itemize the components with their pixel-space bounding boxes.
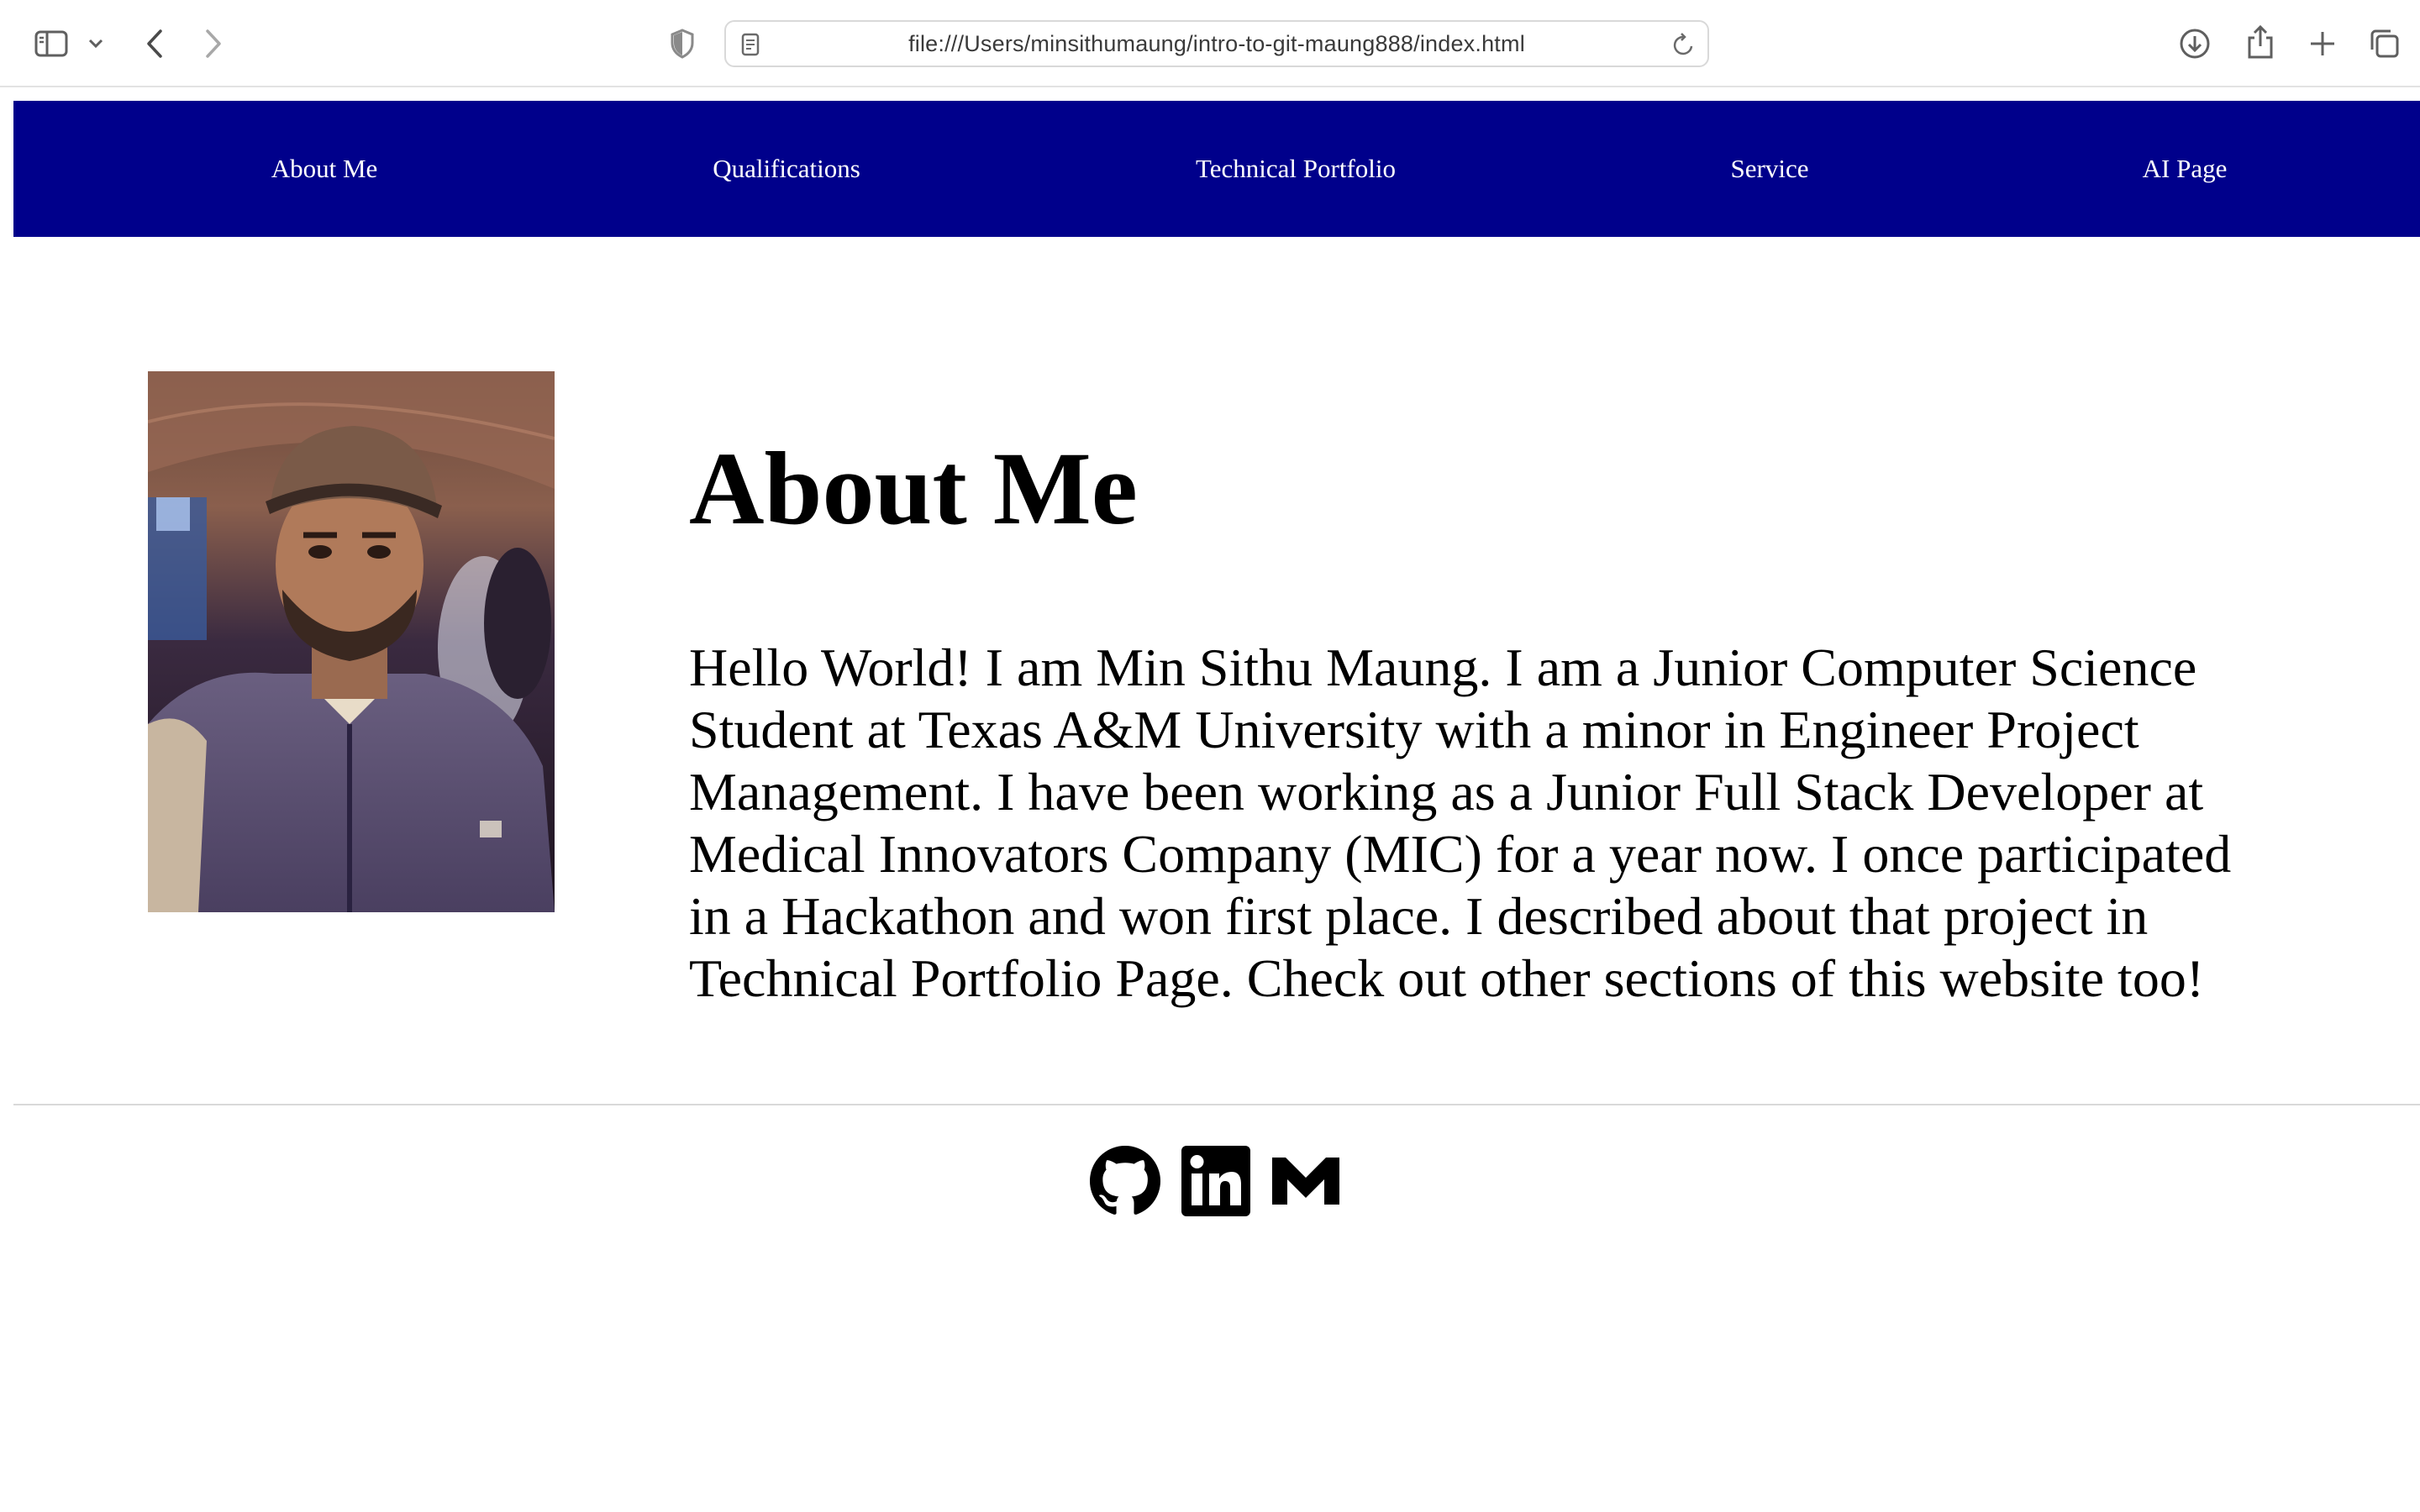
- page-icon: [741, 33, 760, 60]
- bio-paragraph: Hello World! I am Min Sithu Maung. I am …: [689, 638, 2232, 1008]
- footer-divider: [13, 1104, 2420, 1105]
- nav-link-ai-page[interactable]: AI Page: [2143, 101, 2228, 237]
- browser-toolbar: file:///Users/minsithumaung/intro-to-git…: [0, 0, 2420, 87]
- github-icon[interactable]: [1090, 1146, 1160, 1216]
- url-text[interactable]: file:///Users/minsithumaung/intro-to-git…: [908, 31, 1525, 57]
- privacy-shield-icon[interactable]: [667, 25, 697, 62]
- tab-overview-icon[interactable]: [2366, 25, 2403, 62]
- site-nav: About Me Qualifications Technical Portfo…: [13, 101, 2420, 237]
- back-icon[interactable]: [138, 24, 171, 64]
- nav-link-qualifications[interactable]: Qualifications: [713, 101, 860, 237]
- download-icon[interactable]: [2176, 25, 2213, 62]
- sidebar-icon[interactable]: [32, 25, 71, 62]
- nav-link-technical-portfolio[interactable]: Technical Portfolio: [1196, 101, 1396, 237]
- nav-link-service[interactable]: Service: [1731, 101, 1809, 237]
- gmail-icon[interactable]: [1270, 1146, 1341, 1216]
- page-title: About Me: [689, 431, 1138, 546]
- address-bar[interactable]: file:///Users/minsithumaung/intro-to-git…: [724, 20, 1709, 67]
- profile-photo: [148, 371, 555, 912]
- linkedin-icon[interactable]: [1181, 1146, 1250, 1216]
- nav-link-about-me[interactable]: About Me: [271, 101, 378, 237]
- share-icon[interactable]: [2242, 22, 2279, 62]
- reload-icon[interactable]: [1672, 32, 1696, 61]
- forward-icon[interactable]: [197, 24, 230, 64]
- chevron-down-icon[interactable]: [84, 32, 108, 55]
- new-tab-icon[interactable]: [2304, 25, 2341, 62]
